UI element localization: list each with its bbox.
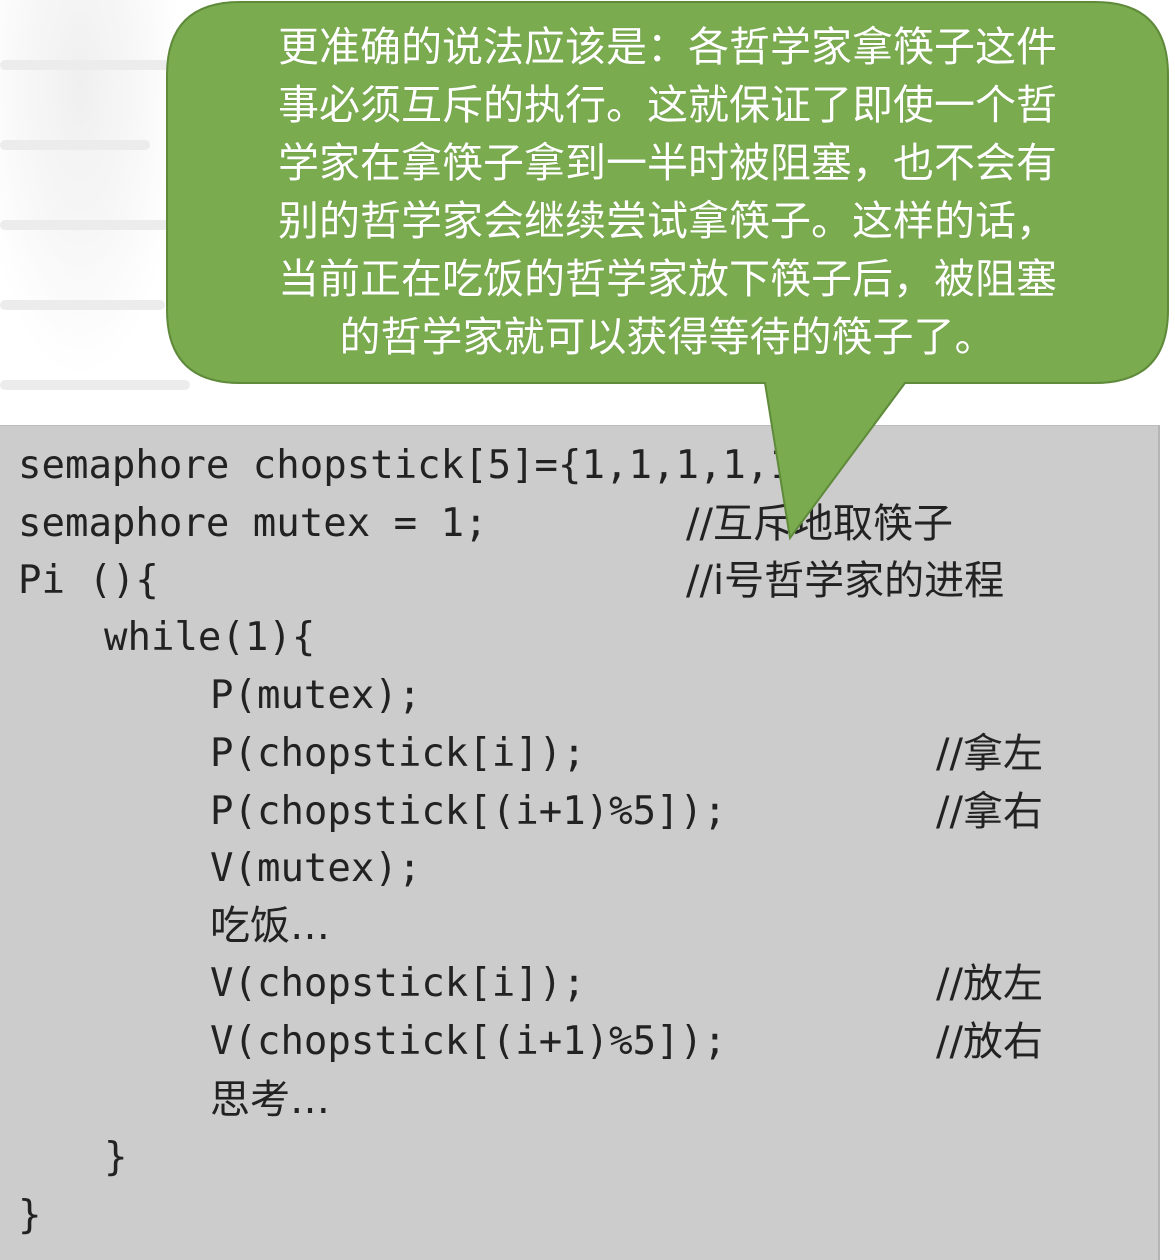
code-line: Pi (){ //i号哲学家的进程 <box>0 553 1004 609</box>
code-line: } <box>0 1130 141 1186</box>
code-line: P(mutex); <box>0 668 421 724</box>
code-line: V(chopstick[i]); //放左 <box>0 956 1043 1012</box>
code-text: P(chopstick[(i+1)%5]); <box>210 789 727 834</box>
code-comment: //放右 <box>936 1019 1043 1065</box>
code-text: 思考… <box>210 1077 330 1123</box>
slide: semaphore chopstick[5]={1,1,1,1,1}; sema… <box>0 0 1175 1260</box>
code-comment: //拿右 <box>936 789 1043 835</box>
code-text: 吃饭… <box>210 903 330 949</box>
code-comment: //拿左 <box>936 731 1043 777</box>
code-text: } <box>18 1193 42 1238</box>
code-line: while(1){ <box>0 610 315 666</box>
code-line: V(mutex); <box>0 841 421 897</box>
code-comment: //放左 <box>936 961 1043 1007</box>
callout-line: 当前正在吃饭的哲学家放下筷子后，被阻塞 <box>278 255 1057 303</box>
code-text: } <box>104 1135 128 1180</box>
code-text: V(chopstick[(i+1)%5]); <box>210 1019 727 1064</box>
code-text: P(mutex); <box>210 673 422 718</box>
code-line: 思考… <box>0 1072 330 1128</box>
callout-line: 事必须互斥的执行。这就保证了即使一个哲 <box>278 81 1057 129</box>
code-line: 吃饭… <box>0 898 330 954</box>
code-line: V(chopstick[(i+1)%5]); //放右 <box>0 1014 1043 1070</box>
code-text: Pi (){ <box>18 558 159 603</box>
code-text: while(1){ <box>104 615 316 660</box>
code-text: V(chopstick[i]); <box>210 961 586 1006</box>
callout-line: 学家在拿筷子拿到一半时被阻塞，也不会有 <box>278 139 1057 187</box>
callout-text: 更准确的说法应该是：各哲学家拿筷子这件 事必须互斥的执行。这就保证了即使一个哲 … <box>195 18 1140 366</box>
callout-line: 别的哲学家会继续尝试拿筷子。这样的话， <box>278 197 1057 245</box>
code-line: P(chopstick[i]); //拿左 <box>0 726 1043 782</box>
code-comment: //i号哲学家的进程 <box>686 558 1005 604</box>
code-line: } <box>0 1188 141 1244</box>
code-line: P(chopstick[(i+1)%5]); //拿右 <box>0 784 1043 840</box>
callout-line: 更准确的说法应该是：各哲学家拿筷子这件 <box>278 23 1057 71</box>
callout-line: 的哲学家就可以获得等待的筷子了。 <box>339 313 996 361</box>
code-text: P(chopstick[i]); <box>210 731 586 776</box>
code-text: V(mutex); <box>210 846 422 891</box>
